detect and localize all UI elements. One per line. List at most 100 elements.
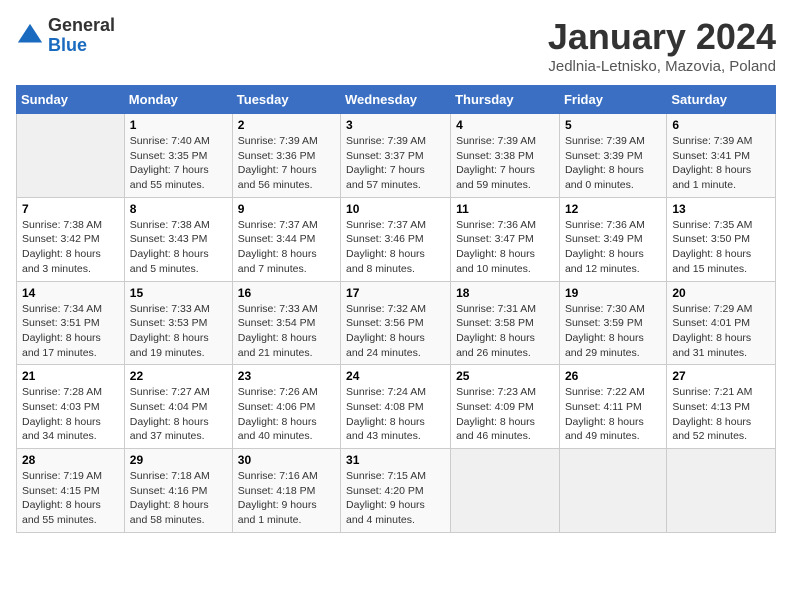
day-number: 2: [238, 118, 335, 132]
calendar-cell: 23Sunrise: 7:26 AMSunset: 4:06 PMDayligh…: [232, 365, 340, 449]
week-row-1: 1 Sunrise: 7:40 AMSunset: 3:35 PMDaylight…: [17, 114, 776, 198]
day-number: 4: [456, 118, 554, 132]
cell-info: Sunrise: 7:40 AMSunset: 3:35 PMDaylight:…: [130, 134, 227, 193]
title-area: January 2024 Jedlnia-Letnisko, Mazovia, …: [548, 16, 776, 75]
day-number: 17: [346, 286, 445, 300]
calendar-cell: 27 Sunrise: 7:21 AMSunset: 4:13 PMDayligh…: [667, 365, 776, 449]
cell-info: Sunrise: 7:39 AMSunset: 3:38 PMDaylight:…: [456, 134, 554, 193]
day-number: 22: [130, 369, 227, 383]
calendar-cell: 9Sunrise: 7:37 AMSunset: 3:44 PMDaylight…: [232, 197, 340, 281]
day-number: 1: [130, 118, 227, 132]
logo: General Blue: [16, 16, 115, 56]
day-number: 30: [238, 453, 335, 467]
cell-info: Sunrise: 7:29 AMSunset: 4:01 PMDaylight:…: [672, 302, 770, 361]
cell-info: Sunrise: 7:15 AMSunset: 4:20 PMDaylight:…: [346, 469, 445, 528]
cell-info: Sunrise: 7:38 AMSunset: 3:42 PMDaylight:…: [22, 218, 119, 277]
calendar-cell: [559, 449, 666, 533]
col-header-wednesday: Wednesday: [341, 86, 451, 114]
week-row-4: 21 Sunrise: 7:28 AMSunset: 4:03 PMDayligh…: [17, 365, 776, 449]
calendar-cell: 14 Sunrise: 7:34 AMSunset: 3:51 PMDayligh…: [17, 281, 125, 365]
cell-info: Sunrise: 7:22 AMSunset: 4:11 PMDaylight:…: [565, 385, 661, 444]
calendar-cell: 4 Sunrise: 7:39 AMSunset: 3:38 PMDaylight…: [451, 114, 560, 198]
day-number: 13: [672, 202, 770, 216]
calendar-cell: 15Sunrise: 7:33 AMSunset: 3:53 PMDayligh…: [124, 281, 232, 365]
day-number: 12: [565, 202, 661, 216]
cell-info: Sunrise: 7:33 AMSunset: 3:54 PMDaylight:…: [238, 302, 335, 361]
header-row: SundayMondayTuesdayWednesdayThursdayFrid…: [17, 86, 776, 114]
day-number: 25: [456, 369, 554, 383]
logo-blue-text: Blue: [48, 36, 115, 56]
cell-info: Sunrise: 7:24 AMSunset: 4:08 PMDaylight:…: [346, 385, 445, 444]
day-number: 6: [672, 118, 770, 132]
logo-icon: [16, 22, 44, 50]
calendar-cell: 17Sunrise: 7:32 AMSunset: 3:56 PMDayligh…: [341, 281, 451, 365]
day-number: 3: [346, 118, 445, 132]
month-title: January 2024: [548, 16, 776, 58]
calendar-cell: 7 Sunrise: 7:38 AMSunset: 3:42 PMDaylight…: [17, 197, 125, 281]
cell-info: Sunrise: 7:30 AMSunset: 3:59 PMDaylight:…: [565, 302, 661, 361]
cell-info: Sunrise: 7:16 AMSunset: 4:18 PMDaylight:…: [238, 469, 335, 528]
day-number: 7: [22, 202, 119, 216]
calendar-cell: 8 Sunrise: 7:38 AMSunset: 3:43 PMDaylight…: [124, 197, 232, 281]
cell-info: Sunrise: 7:39 AMSunset: 3:41 PMDaylight:…: [672, 134, 770, 193]
calendar-cell: 10 Sunrise: 7:37 AMSunset: 3:46 PMDayligh…: [341, 197, 451, 281]
cell-info: Sunrise: 7:26 AMSunset: 4:06 PMDaylight:…: [238, 385, 335, 444]
week-row-5: 28Sunrise: 7:19 AMSunset: 4:15 PMDayligh…: [17, 449, 776, 533]
calendar-cell: 31Sunrise: 7:15 AMSunset: 4:20 PMDayligh…: [341, 449, 451, 533]
calendar-cell: 24 Sunrise: 7:24 AMSunset: 4:08 PMDayligh…: [341, 365, 451, 449]
cell-info: Sunrise: 7:39 AMSunset: 3:36 PMDaylight:…: [238, 134, 335, 193]
day-number: 21: [22, 369, 119, 383]
col-header-thursday: Thursday: [451, 86, 560, 114]
day-number: 10: [346, 202, 445, 216]
calendar-cell: 1 Sunrise: 7:40 AMSunset: 3:35 PMDaylight…: [124, 114, 232, 198]
calendar-cell: 25 Sunrise: 7:23 AMSunset: 4:09 PMDayligh…: [451, 365, 560, 449]
calendar-cell: 26 Sunrise: 7:22 AMSunset: 4:11 PMDayligh…: [559, 365, 666, 449]
calendar-cell: 3 Sunrise: 7:39 AMSunset: 3:37 PMDaylight…: [341, 114, 451, 198]
logo-general-text: General: [48, 16, 115, 36]
cell-info: Sunrise: 7:37 AMSunset: 3:46 PMDaylight:…: [346, 218, 445, 277]
calendar-cell: 11Sunrise: 7:36 AMSunset: 3:47 PMDayligh…: [451, 197, 560, 281]
logo-text: General Blue: [48, 16, 115, 56]
col-header-tuesday: Tuesday: [232, 86, 340, 114]
cell-info: Sunrise: 7:34 AMSunset: 3:51 PMDaylight:…: [22, 302, 119, 361]
cell-info: Sunrise: 7:39 AMSunset: 3:39 PMDaylight:…: [565, 134, 661, 193]
cell-info: Sunrise: 7:21 AMSunset: 4:13 PMDaylight:…: [672, 385, 770, 444]
calendar-cell: 29 Sunrise: 7:18 AMSunset: 4:16 PMDayligh…: [124, 449, 232, 533]
calendar-cell: 19 Sunrise: 7:30 AMSunset: 3:59 PMDayligh…: [559, 281, 666, 365]
day-number: 14: [22, 286, 119, 300]
calendar-cell: [451, 449, 560, 533]
cell-info: Sunrise: 7:38 AMSunset: 3:43 PMDaylight:…: [130, 218, 227, 277]
calendar-cell: 16 Sunrise: 7:33 AMSunset: 3:54 PMDayligh…: [232, 281, 340, 365]
day-number: 27: [672, 369, 770, 383]
cell-info: Sunrise: 7:23 AMSunset: 4:09 PMDaylight:…: [456, 385, 554, 444]
day-number: 16: [238, 286, 335, 300]
day-number: 20: [672, 286, 770, 300]
calendar-cell: 12 Sunrise: 7:36 AMSunset: 3:49 PMDayligh…: [559, 197, 666, 281]
cell-info: Sunrise: 7:36 AMSunset: 3:49 PMDaylight:…: [565, 218, 661, 277]
calendar-cell: 18Sunrise: 7:31 AMSunset: 3:58 PMDayligh…: [451, 281, 560, 365]
day-number: 29: [130, 453, 227, 467]
day-number: 8: [130, 202, 227, 216]
week-row-2: 7 Sunrise: 7:38 AMSunset: 3:42 PMDaylight…: [17, 197, 776, 281]
day-number: 24: [346, 369, 445, 383]
header: General Blue January 2024 Jedlnia-Letnis…: [16, 16, 776, 75]
calendar-cell: [667, 449, 776, 533]
day-number: 5: [565, 118, 661, 132]
cell-info: Sunrise: 7:37 AMSunset: 3:44 PMDaylight:…: [238, 218, 335, 277]
cell-info: Sunrise: 7:19 AMSunset: 4:15 PMDaylight:…: [22, 469, 119, 528]
calendar-cell: 28Sunrise: 7:19 AMSunset: 4:15 PMDayligh…: [17, 449, 125, 533]
day-number: 26: [565, 369, 661, 383]
calendar-cell: 13Sunrise: 7:35 AMSunset: 3:50 PMDayligh…: [667, 197, 776, 281]
calendar-cell: 6 Sunrise: 7:39 AMSunset: 3:41 PMDaylight…: [667, 114, 776, 198]
calendar-table: SundayMondayTuesdayWednesdayThursdayFrid…: [16, 85, 776, 533]
calendar-cell: 5 Sunrise: 7:39 AMSunset: 3:39 PMDaylight…: [559, 114, 666, 198]
col-header-friday: Friday: [559, 86, 666, 114]
cell-info: Sunrise: 7:18 AMSunset: 4:16 PMDaylight:…: [130, 469, 227, 528]
day-number: 19: [565, 286, 661, 300]
cell-info: Sunrise: 7:28 AMSunset: 4:03 PMDaylight:…: [22, 385, 119, 444]
calendar-cell: [17, 114, 125, 198]
calendar-cell: 30 Sunrise: 7:16 AMSunset: 4:18 PMDayligh…: [232, 449, 340, 533]
cell-info: Sunrise: 7:39 AMSunset: 3:37 PMDaylight:…: [346, 134, 445, 193]
calendar-cell: 22Sunrise: 7:27 AMSunset: 4:04 PMDayligh…: [124, 365, 232, 449]
week-row-3: 14 Sunrise: 7:34 AMSunset: 3:51 PMDayligh…: [17, 281, 776, 365]
